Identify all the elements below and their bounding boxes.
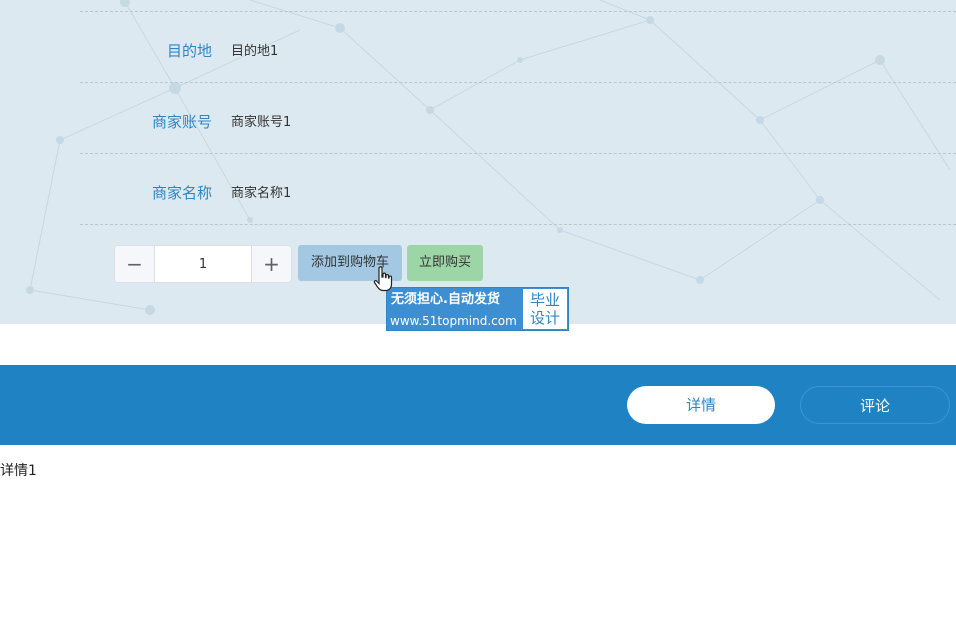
buy-now-button[interactable]: 立即购买	[407, 245, 483, 281]
quantity-stepper: − +	[114, 245, 292, 283]
watermark-line2: www.51topmind.com	[390, 314, 517, 328]
merchant-name-value: 商家名称1	[231, 186, 292, 201]
destination-value: 目的地1	[231, 44, 279, 59]
watermark-badge-line2: 设计	[529, 309, 560, 327]
product-info-panel: 目的地 目的地1 商家账号 商家账号1 商家名称 商家名称1 − + 添加到购物…	[0, 0, 956, 324]
tab-comments[interactable]: 评论	[800, 386, 950, 424]
detail-row-destination: 目的地 目的地1	[80, 12, 956, 83]
plus-icon[interactable]: +	[251, 246, 291, 282]
minus-icon[interactable]: −	[115, 246, 155, 282]
watermark-line1: 无须担心.自动发货	[391, 292, 500, 307]
destination-label: 目的地	[166, 42, 212, 60]
merchant-name-label: 商家名称	[151, 184, 212, 202]
details-content: 详情1	[0, 463, 37, 479]
watermark-box: 毕业 设计	[523, 289, 567, 329]
hand-cursor-icon	[373, 266, 393, 292]
detail-row-merchant-name: 商家名称 商家名称1	[80, 154, 956, 225]
merchant-account-value: 商家账号1	[231, 115, 292, 130]
merchant-account-label: 商家账号	[151, 113, 212, 131]
quantity-input[interactable]	[155, 246, 251, 282]
detail-row-merchant-account: 商家账号 商家账号1	[80, 83, 956, 154]
tab-details[interactable]: 详情	[627, 386, 775, 424]
watermark-badge: 无须担心.自动发货 www.51topmind.com 毕业 设计	[386, 287, 569, 331]
watermark-badge-line1: 毕业	[529, 291, 560, 309]
tab-bar: 详情 评论	[0, 365, 956, 445]
